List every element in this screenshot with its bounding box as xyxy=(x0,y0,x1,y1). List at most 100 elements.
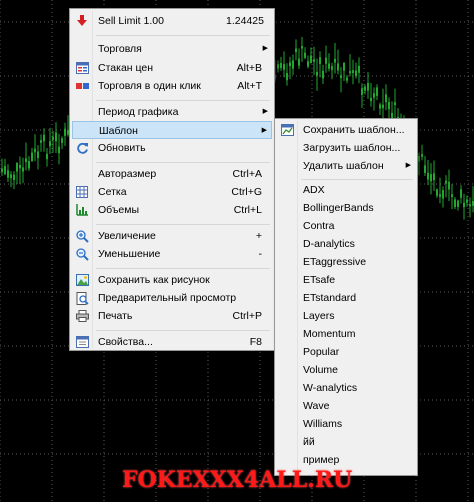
candle-body xyxy=(331,66,333,70)
volumes-icon xyxy=(75,203,89,217)
candle-body xyxy=(382,104,384,109)
template-item[interactable]: Williams xyxy=(277,415,415,433)
menu-item-load-template[interactable]: Загрузить шаблон... xyxy=(277,139,415,157)
candle-body xyxy=(10,174,12,179)
menu-item-print[interactable]: Печать Ctrl+P xyxy=(72,307,272,325)
candle-body xyxy=(43,134,45,142)
menu-separator xyxy=(96,35,270,36)
shortcut-label: Ctrl+G xyxy=(231,186,262,198)
candle-body xyxy=(358,65,360,73)
menu-item-autoscroll[interactable]: Авторазмер Ctrl+A xyxy=(72,165,272,183)
candle-body xyxy=(322,70,324,79)
menu-item-volumes-label: Объемы xyxy=(98,204,140,216)
template-item[interactable]: Wave xyxy=(277,397,415,415)
template-item-label: ETsafe xyxy=(303,274,336,286)
menu-item-print-preview[interactable]: Предварительный просмотр xyxy=(72,289,272,307)
shortcut-label: Alt+T xyxy=(237,80,262,92)
menu-item-zoom-out[interactable]: Уменьшение - xyxy=(72,245,272,263)
candle-body xyxy=(334,58,336,63)
candle-body xyxy=(280,63,282,68)
candle-body xyxy=(439,194,441,197)
template-item-label: пример xyxy=(303,454,340,466)
print-icon xyxy=(75,309,89,323)
menu-item-autoscroll-label: Авторазмер xyxy=(98,168,157,180)
candle-body xyxy=(463,202,465,208)
candle-body xyxy=(451,194,453,197)
candle-body xyxy=(328,63,330,69)
menu-item-template[interactable]: Шаблон ▶ xyxy=(72,121,272,139)
candle-body xyxy=(16,162,18,172)
template-item[interactable]: Popular xyxy=(277,343,415,361)
template-item-label: BollingerBands xyxy=(303,202,374,214)
shortcut-label: Ctrl+P xyxy=(232,310,262,322)
menu-separator xyxy=(301,179,413,180)
template-item-label: D-analytics xyxy=(303,238,355,250)
menu-item-remove-template-label: Удалить шаблон xyxy=(303,160,384,172)
menu-item-refresh[interactable]: Обновить xyxy=(72,139,272,157)
template-item-label: ADX xyxy=(303,184,325,196)
save-template-icon xyxy=(280,123,294,137)
candle-body xyxy=(295,48,297,53)
menu-item-depth-of-market[interactable]: Стакан цен Alt+B xyxy=(72,59,272,77)
depth-of-market-icon xyxy=(75,61,89,75)
candle-body xyxy=(34,148,36,153)
shortcut-label: Ctrl+L xyxy=(233,204,262,216)
menu-item-zoom-out-label: Уменьшение xyxy=(98,248,161,260)
sell-limit-price: 1.24425 xyxy=(226,15,264,27)
candle-body xyxy=(418,155,420,162)
red-down-arrow-icon xyxy=(75,14,89,28)
menu-item-zoom-in[interactable]: Увеличение + xyxy=(72,227,272,245)
menu-item-properties[interactable]: Свойства... F8 xyxy=(72,333,272,351)
template-item-label: Wave xyxy=(303,400,330,412)
sell-limit-order-item[interactable]: Sell Limit 1.00 1.24425 xyxy=(72,12,272,30)
template-item[interactable]: Layers xyxy=(277,307,415,325)
candle-body xyxy=(13,174,15,180)
template-item[interactable]: ETsafe xyxy=(277,271,415,289)
save-picture-icon xyxy=(75,273,89,287)
chart-context-menu: Sell Limit 1.00 1.24425 Торговля ▶ Стака… xyxy=(69,8,275,351)
template-item[interactable]: W-analytics xyxy=(277,379,415,397)
candle-body xyxy=(301,46,303,49)
template-item[interactable]: BollingerBands xyxy=(277,199,415,217)
template-item[interactable]: ETstandard xyxy=(277,289,415,307)
template-item[interactable]: ETaggressive xyxy=(277,253,415,271)
candle-body xyxy=(283,64,285,70)
shortcut-label: Ctrl+A xyxy=(232,168,262,180)
menu-item-timeframe[interactable]: Период графика ▶ xyxy=(72,103,272,121)
menu-item-grid[interactable]: Сетка Ctrl+G xyxy=(72,183,272,201)
candle-body xyxy=(466,199,468,203)
template-item-label: ETaggressive xyxy=(303,256,367,268)
candle-body xyxy=(373,93,375,98)
menu-item-save-picture-label: Сохранить как рисунок xyxy=(98,274,210,286)
menu-item-one-click-trading[interactable]: Торговля в один клик Alt+T xyxy=(72,77,272,95)
candle-body xyxy=(388,101,390,110)
candle-body xyxy=(448,181,450,190)
candle-body xyxy=(316,71,318,76)
template-item[interactable]: ADX xyxy=(277,181,415,199)
candle-body xyxy=(460,189,462,198)
template-item[interactable]: Contra xyxy=(277,217,415,235)
menu-item-volumes[interactable]: Объемы Ctrl+L xyxy=(72,201,272,219)
template-item[interactable]: D-analytics xyxy=(277,235,415,253)
menu-item-save-template[interactable]: Сохранить шаблон... xyxy=(277,121,415,139)
menu-separator xyxy=(96,224,270,225)
template-item-label: W-analytics xyxy=(303,382,358,394)
candle-body xyxy=(52,136,54,140)
template-item[interactable]: Volume xyxy=(277,361,415,379)
menu-item-remove-template[interactable]: Удалить шаблон ▶ xyxy=(277,157,415,175)
candle-body xyxy=(19,164,21,169)
template-item[interactable]: Momentum xyxy=(277,325,415,343)
candle-body xyxy=(61,138,63,143)
menu-separator xyxy=(96,100,270,101)
candle-body xyxy=(289,62,291,67)
candle-body xyxy=(421,154,423,157)
menu-item-trading[interactable]: Торговля ▶ xyxy=(72,40,272,58)
candle-body xyxy=(361,88,363,95)
candle-body xyxy=(367,83,369,91)
template-item[interactable]: йй xyxy=(277,433,415,451)
candle-body xyxy=(31,152,33,161)
menu-separator xyxy=(96,268,270,269)
candle-body xyxy=(319,57,321,65)
menu-item-save-as-picture[interactable]: Сохранить как рисунок xyxy=(72,271,272,289)
candle-body xyxy=(298,58,300,66)
